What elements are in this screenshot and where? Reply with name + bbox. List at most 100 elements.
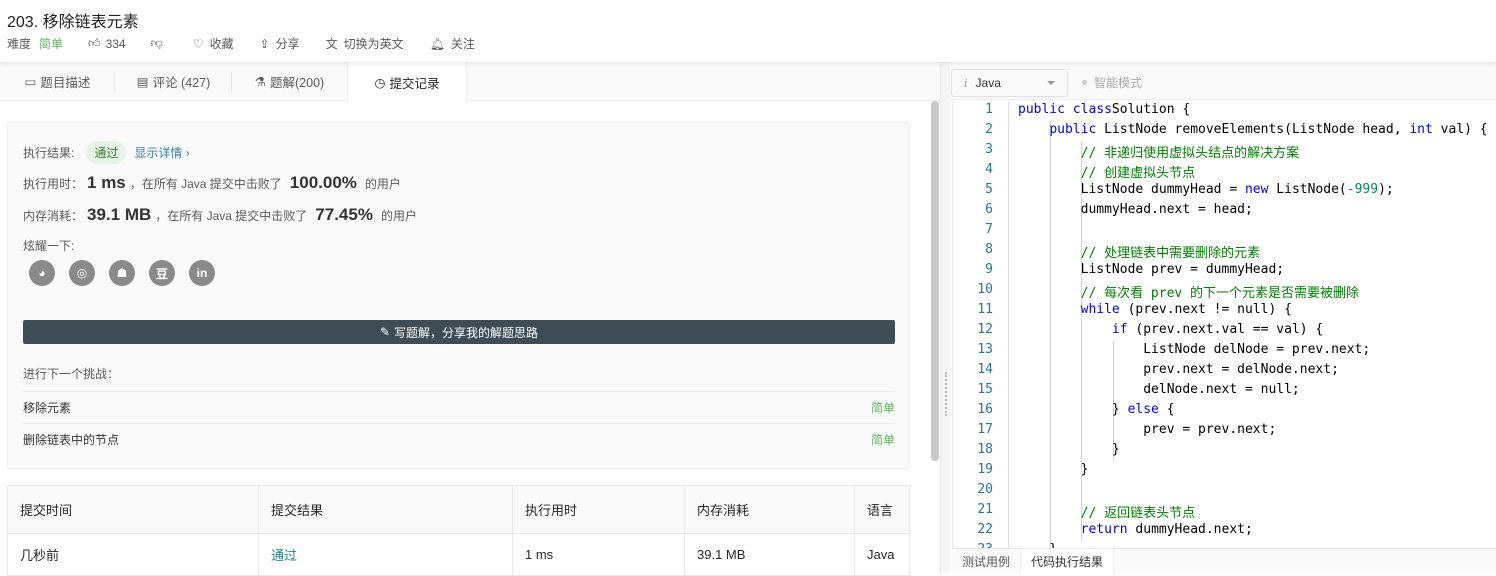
next-challenge-label: 进行下一个挑战： bbox=[23, 367, 120, 381]
flask-icon: ⚗ bbox=[254, 74, 267, 89]
show-details-link[interactable]: 显示详情 › bbox=[134, 144, 189, 161]
runtime-cell: 1 ms bbox=[512, 533, 685, 576]
left-panel: 执行结果: 通过 显示详情 › 执行用时： 1 ms ，在所有 Java 提交中击败… bbox=[0, 101, 940, 576]
submit-result-link[interactable]: 通过 bbox=[258, 533, 513, 576]
code-token: // 创建虚拟头节点 bbox=[1018, 166, 1196, 181]
code-line: prev.next = delNode.next; bbox=[1018, 362, 1339, 377]
left-tabs: ▭ 题目描述 ▤ 评论 (427) ⚗ 题解(200) ◷ 提交记录 bbox=[0, 62, 940, 102]
weibo-icon[interactable]: ◎ bbox=[69, 260, 95, 286]
code-token: ListNode dummyHead = bbox=[1018, 182, 1245, 197]
qq-icon[interactable]: ☗ bbox=[109, 260, 135, 286]
panel-resizer[interactable] bbox=[940, 62, 950, 573]
scrollbar[interactable] bbox=[931, 101, 939, 461]
follow-button[interactable]: 🔔︎ 关注 bbox=[430, 35, 475, 52]
favorite-button[interactable]: ♡ 收藏 bbox=[193, 35, 234, 52]
code-line: return dummyHead.next; bbox=[1018, 522, 1253, 537]
difficulty-label: 难度 bbox=[7, 37, 32, 51]
code-token: ListNode removeElements(ListNode head, bbox=[1096, 122, 1410, 137]
table-row: 几秒前 通过 1 ms 39.1 MB Java bbox=[7, 533, 910, 576]
code-token: val) { bbox=[1432, 122, 1488, 137]
smart-mode-label: 智能模式 bbox=[1094, 76, 1143, 90]
language-select[interactable]: i Java bbox=[951, 69, 1068, 97]
line-number: 4 bbox=[985, 162, 993, 177]
code-line: public ListNode removeElements(ListNode … bbox=[1018, 122, 1488, 137]
line-number: 16 bbox=[977, 402, 993, 417]
code-line: // 创建虚拟头节点 bbox=[1018, 162, 1195, 181]
code-line: if (prev.next.val == val) { bbox=[1018, 322, 1323, 337]
douban-icon[interactable]: 豆 bbox=[149, 260, 175, 286]
code-token: public bbox=[1049, 122, 1097, 137]
runtime-percent: 100.00% bbox=[289, 173, 357, 192]
line-number: 20 bbox=[977, 482, 993, 497]
next-challenge-item[interactable]: 移除元素 简单 bbox=[23, 391, 895, 423]
wechat-icon[interactable]: ◕ bbox=[29, 260, 55, 286]
tab-run-result[interactable]: 代码执行结果 bbox=[1020, 549, 1115, 573]
result-label: 执行结果: bbox=[23, 146, 75, 160]
line-number: 15 bbox=[977, 382, 993, 397]
column-header: 执行用时 bbox=[512, 485, 685, 534]
switch-language-button[interactable]: 文切换为英文 bbox=[326, 35, 404, 52]
tab-testcase[interactable]: 测试用例 bbox=[952, 549, 1020, 573]
tab-label: 评论 (427) bbox=[152, 75, 211, 90]
line-number: 17 bbox=[977, 422, 993, 437]
translate-icon: 文 bbox=[325, 37, 338, 51]
line-number: 19 bbox=[977, 462, 993, 477]
code-token: dummyHead.next = head; bbox=[1018, 202, 1253, 217]
clock-icon: ◷ bbox=[374, 75, 386, 90]
line-number: 3 bbox=[985, 142, 993, 157]
description-icon: ▭ bbox=[24, 74, 37, 89]
share-button[interactable]: ⇪ 分享 bbox=[260, 35, 300, 52]
smart-mode-toggle[interactable]: 智能模式 bbox=[1082, 74, 1142, 91]
line-number: 18 bbox=[977, 442, 993, 457]
column-header: 语言 bbox=[854, 485, 910, 534]
like-button[interactable]: 👍︎ 334 bbox=[88, 36, 126, 51]
tab-description[interactable]: ▭ 题目描述 bbox=[0, 62, 115, 100]
line-number: 1 bbox=[985, 102, 993, 117]
code-token: ListNode( bbox=[1268, 182, 1347, 197]
follow-label: 关注 bbox=[450, 37, 475, 51]
tab-label: 题目描述 bbox=[40, 75, 91, 90]
code-token: prev = prev.next; bbox=[1018, 422, 1277, 437]
share-label: 分享 bbox=[275, 37, 300, 51]
code-line: // 每次看 prev 的下一个元素是否需要被删除 bbox=[1018, 282, 1359, 301]
dislike-button[interactable]: 👎︎ bbox=[151, 36, 163, 51]
code-token: -999 bbox=[1346, 182, 1379, 197]
dot-icon bbox=[1082, 80, 1087, 85]
code-token: ListNode delNode = prev.next; bbox=[1018, 342, 1371, 357]
runtime-label: 执行用时： bbox=[23, 177, 84, 191]
write-solution-label: 写题解，分享我的解题思路 bbox=[394, 325, 539, 340]
tab-solutions[interactable]: ⚗ 题解(200) bbox=[232, 62, 347, 100]
users-text: 的用户 bbox=[380, 209, 417, 223]
next-challenge-item[interactable]: 删除链表中的节点 简单 bbox=[23, 423, 895, 455]
info-icon: i bbox=[964, 76, 968, 90]
linkedin-icon[interactable]: in bbox=[189, 260, 215, 286]
drag-handle-icon[interactable] bbox=[945, 372, 947, 416]
language-cell: Java bbox=[854, 533, 910, 576]
status-badge: 通过 bbox=[86, 141, 127, 164]
challenge-difficulty: 简单 bbox=[870, 433, 895, 447]
code-token: (prev.next != null) { bbox=[1119, 302, 1292, 317]
code-line: ListNode delNode = prev.next; bbox=[1018, 342, 1370, 357]
memory-cell: 39.1 MB bbox=[684, 533, 855, 576]
difficulty-value: 简单 bbox=[39, 37, 64, 51]
code-token: // 非递归使用虚拟头结点的解决方案 bbox=[1018, 146, 1300, 161]
indent-guide bbox=[1081, 141, 1082, 541]
favorite-label: 收藏 bbox=[209, 37, 234, 51]
line-number: 12 bbox=[977, 322, 993, 337]
like-count: 334 bbox=[105, 36, 126, 51]
challenge-name: 移除元素 bbox=[23, 401, 72, 415]
line-number: 7 bbox=[985, 222, 993, 237]
problem-title: 203. 移除链表元素 bbox=[7, 14, 139, 31]
column-header: 内存消耗 bbox=[684, 485, 855, 534]
line-number: 6 bbox=[985, 202, 993, 217]
code-line: // 返回链表头节点 bbox=[1018, 502, 1195, 521]
tab-submissions[interactable]: ◷ 提交记录 bbox=[347, 62, 467, 102]
thumbs-down-icon: 👎︎ bbox=[150, 36, 163, 50]
runtime-value: 1 ms bbox=[87, 173, 126, 192]
code-editor[interactable]: 1 public classSolution {2 public ListNode… bbox=[952, 101, 1496, 548]
code-line: } else { bbox=[1018, 402, 1175, 417]
tab-comments[interactable]: ▤ 评论 (427) bbox=[115, 62, 232, 100]
write-solution-button[interactable]: ✎ 写题解，分享我的解题思路 bbox=[23, 320, 895, 344]
